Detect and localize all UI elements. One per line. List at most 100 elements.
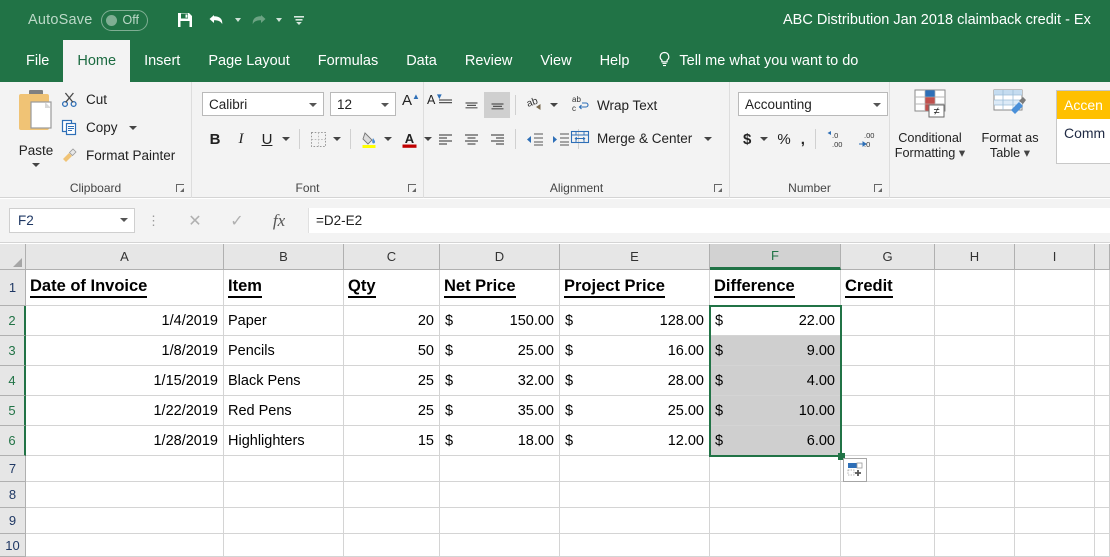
- cell-d8[interactable]: [440, 482, 560, 508]
- cell-f2[interactable]: $22.00: [710, 306, 841, 336]
- row-header-6[interactable]: 6: [0, 426, 26, 456]
- borders-button[interactable]: [305, 126, 331, 152]
- align-center-button[interactable]: [458, 126, 484, 152]
- orientation-dropdown-icon[interactable]: [550, 103, 558, 107]
- cell-c7[interactable]: [344, 456, 440, 482]
- tab-file[interactable]: File: [12, 40, 63, 82]
- cell-b7[interactable]: [224, 456, 344, 482]
- font-name-dropdown-icon[interactable]: [309, 103, 317, 107]
- cell-e8[interactable]: [560, 482, 710, 508]
- save-icon[interactable]: [170, 5, 200, 35]
- tab-data[interactable]: Data: [392, 40, 451, 82]
- cell-d2[interactable]: $150.00: [440, 306, 560, 336]
- clipboard-dialog-launcher[interactable]: [175, 183, 186, 194]
- copy-button[interactable]: Copy: [60, 118, 137, 137]
- cell-b1[interactable]: Item: [224, 270, 344, 306]
- cell-a5[interactable]: 1/22/2019: [26, 396, 224, 426]
- cell-h8[interactable]: [935, 482, 1015, 508]
- cell-a2[interactable]: 1/4/2019: [26, 306, 224, 336]
- cell-f6[interactable]: $6.00: [710, 426, 841, 456]
- format-painter-button[interactable]: Format Painter: [60, 146, 175, 165]
- number-dialog-launcher[interactable]: [873, 183, 884, 194]
- align-left-button[interactable]: [432, 126, 458, 152]
- orientation-button[interactable]: ab: [521, 92, 547, 118]
- increase-decimal-button[interactable]: .0.00: [821, 126, 853, 152]
- row-header-4[interactable]: 4: [0, 366, 26, 396]
- cell-f8[interactable]: [710, 482, 841, 508]
- tab-help[interactable]: Help: [586, 40, 644, 82]
- cell-a4[interactable]: 1/15/2019: [26, 366, 224, 396]
- align-middle-button[interactable]: [458, 92, 484, 118]
- format-as-table-button[interactable]: Format as Table ▾: [972, 88, 1048, 161]
- column-header-h[interactable]: H: [935, 244, 1015, 270]
- row-header-3[interactable]: 3: [0, 336, 26, 366]
- cell-j5[interactable]: [1095, 396, 1110, 426]
- cell-style-accent[interactable]: Accen: [1057, 91, 1110, 119]
- underline-button[interactable]: U: [254, 126, 280, 152]
- cell-a3[interactable]: 1/8/2019: [26, 336, 224, 366]
- cell-g2[interactable]: [841, 306, 935, 336]
- tell-me-search[interactable]: Tell me what you want to do: [643, 40, 872, 82]
- underline-dropdown-icon[interactable]: [282, 137, 290, 141]
- cell-c4[interactable]: 25: [344, 366, 440, 396]
- merge-center-dropdown-icon[interactable]: [704, 136, 713, 141]
- cell-h3[interactable]: [935, 336, 1015, 366]
- cell-j9[interactable]: [1095, 508, 1110, 534]
- tab-review[interactable]: Review: [451, 40, 527, 82]
- cell-d7[interactable]: [440, 456, 560, 482]
- cell-g5[interactable]: [841, 396, 935, 426]
- formula-bar-grip[interactable]: ⋮: [147, 214, 160, 227]
- cell-c5[interactable]: 25: [344, 396, 440, 426]
- cell-e6[interactable]: $12.00: [560, 426, 710, 456]
- tab-view[interactable]: View: [526, 40, 585, 82]
- cell-a7[interactable]: [26, 456, 224, 482]
- check-icon[interactable]: ✓: [216, 208, 258, 234]
- cell-f3[interactable]: $9.00: [710, 336, 841, 366]
- cell-g8[interactable]: [841, 482, 935, 508]
- name-box-dropdown-icon[interactable]: [120, 218, 128, 222]
- number-format-combo[interactable]: Accounting: [738, 92, 888, 116]
- cell-f1[interactable]: Difference: [710, 270, 841, 306]
- cell-c1[interactable]: Qty: [344, 270, 440, 306]
- cell-b9[interactable]: [224, 508, 344, 534]
- fill-color-button[interactable]: [356, 126, 382, 152]
- decrease-indent-button[interactable]: [521, 126, 547, 152]
- row-header-8[interactable]: 8: [0, 482, 26, 508]
- cut-button[interactable]: Cut: [60, 90, 107, 109]
- number-format-dropdown-icon[interactable]: [873, 103, 881, 107]
- cell-e1[interactable]: Project Price: [560, 270, 710, 306]
- cell-i6[interactable]: [1015, 426, 1095, 456]
- paste-button[interactable]: Paste: [8, 88, 64, 172]
- percent-format-button[interactable]: %: [772, 126, 795, 152]
- row-header-7[interactable]: 7: [0, 456, 26, 482]
- cell-style-comma[interactable]: Comm: [1057, 119, 1110, 147]
- customize-quick-access-icon[interactable]: [284, 5, 314, 35]
- autofill-options-icon[interactable]: [843, 458, 867, 482]
- cell-a1[interactable]: Date of Invoice: [26, 270, 224, 306]
- formula-input[interactable]: =D2-E2: [308, 208, 1110, 233]
- font-dialog-launcher[interactable]: [407, 183, 418, 194]
- alignment-dialog-launcher[interactable]: [713, 183, 724, 194]
- column-header-c[interactable]: C: [344, 244, 440, 270]
- cell-h6[interactable]: [935, 426, 1015, 456]
- cell-b2[interactable]: Paper: [224, 306, 344, 336]
- cell-i9[interactable]: [1015, 508, 1095, 534]
- cell-c9[interactable]: [344, 508, 440, 534]
- comma-format-button[interactable]: ,: [796, 126, 810, 152]
- cell-d1[interactable]: Net Price: [440, 270, 560, 306]
- cell-h5[interactable]: [935, 396, 1015, 426]
- paste-dropdown-icon[interactable]: [32, 163, 40, 167]
- wrap-text-button[interactable]: ab c Wrap Text: [570, 94, 657, 116]
- cell-h7[interactable]: [935, 456, 1015, 482]
- cell-d3[interactable]: $25.00: [440, 336, 560, 366]
- cell-i2[interactable]: [1015, 306, 1095, 336]
- cell-b3[interactable]: Pencils: [224, 336, 344, 366]
- cell-i8[interactable]: [1015, 482, 1095, 508]
- tab-page-layout[interactable]: Page Layout: [194, 40, 303, 82]
- cell-g6[interactable]: [841, 426, 935, 456]
- cell-g4[interactable]: [841, 366, 935, 396]
- cell-b4[interactable]: Black Pens: [224, 366, 344, 396]
- tab-formulas[interactable]: Formulas: [304, 40, 392, 82]
- insert-function-icon[interactable]: fx: [258, 208, 300, 234]
- increase-font-size-button[interactable]: A▲: [402, 92, 420, 109]
